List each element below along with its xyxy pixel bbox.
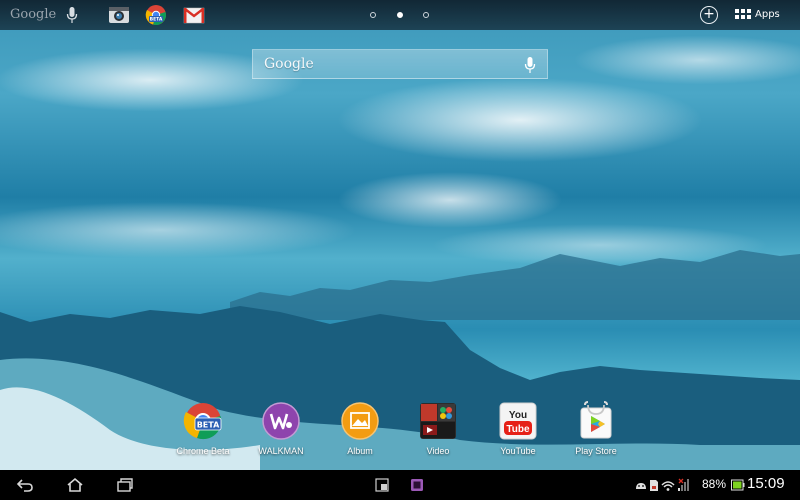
android-debug-icon: [636, 483, 646, 489]
google-search-widget[interactable]: Google: [252, 49, 548, 79]
dock-item-chrome-beta[interactable]: BETA Chrome Beta: [163, 401, 243, 461]
wifi-icon: [661, 481, 675, 491]
home-screen: Google BETA + Apps Google BETA Chrome Be…: [0, 0, 800, 500]
dock-label: Chrome Beta: [176, 446, 230, 456]
dock-label: Video: [426, 446, 450, 456]
gmail-app-icon[interactable]: [183, 4, 205, 26]
google-search-label: Google: [264, 56, 314, 72]
recent-apps-icon[interactable]: [116, 477, 134, 493]
svg-text:BETA: BETA: [150, 17, 163, 23]
signal-icon: [678, 478, 689, 491]
album-icon: [341, 402, 379, 440]
dock-item-album[interactable]: Album: [320, 401, 400, 461]
battery-percent: 88%: [702, 477, 727, 491]
home-icon[interactable]: [66, 477, 84, 493]
walkman-icon: [262, 402, 300, 440]
dock-label: WALKMAN: [258, 446, 304, 456]
svg-text:You: You: [509, 410, 527, 421]
dock-item-youtube[interactable]: You Tube YouTube: [478, 401, 558, 461]
google-search-button[interactable]: Google: [10, 7, 56, 22]
video-icon: [420, 403, 456, 439]
battery-icon: [731, 479, 745, 491]
camera-app-icon[interactable]: [108, 4, 130, 26]
add-to-home-button[interactable]: +: [700, 6, 718, 24]
apps-label: Apps: [755, 9, 780, 20]
dock-item-play-store[interactable]: Play Store: [556, 401, 636, 461]
dock-label: Play Store: [575, 446, 617, 456]
dock-item-video[interactable]: Video: [398, 401, 478, 461]
clock: 15:09: [747, 475, 785, 492]
chrome-beta-app-icon[interactable]: BETA: [145, 4, 167, 26]
play-store-icon: [580, 401, 612, 439]
dock-label: Album: [347, 446, 373, 456]
status-icons: [636, 478, 689, 491]
svg-text:BETA: BETA: [197, 421, 220, 430]
apps-grid-icon: [735, 8, 751, 20]
chrome-beta-icon: BETA: [183, 403, 222, 440]
voice-search-icon[interactable]: [524, 56, 536, 74]
back-icon[interactable]: [16, 477, 34, 493]
media-app-icon[interactable]: [410, 478, 424, 492]
page-dot-current[interactable]: [397, 12, 403, 18]
small-apps-icon[interactable]: [375, 478, 389, 492]
svg-text:Tube: Tube: [506, 424, 530, 435]
page-dot[interactable]: [370, 12, 376, 18]
plus-icon: +: [703, 6, 715, 22]
youtube-icon: You Tube: [499, 402, 537, 440]
apps-button[interactable]: Apps: [735, 6, 780, 24]
page-indicator: [370, 12, 432, 18]
system-bar: 88% 15:09: [0, 470, 800, 500]
dock-label: YouTube: [500, 446, 536, 456]
dock-item-walkman[interactable]: WALKMAN: [241, 401, 321, 461]
page-dot[interactable]: [423, 12, 429, 18]
top-bar: Google BETA + Apps: [0, 0, 800, 30]
voice-search-icon[interactable]: [66, 6, 78, 24]
sd-card-icon: [650, 480, 658, 491]
